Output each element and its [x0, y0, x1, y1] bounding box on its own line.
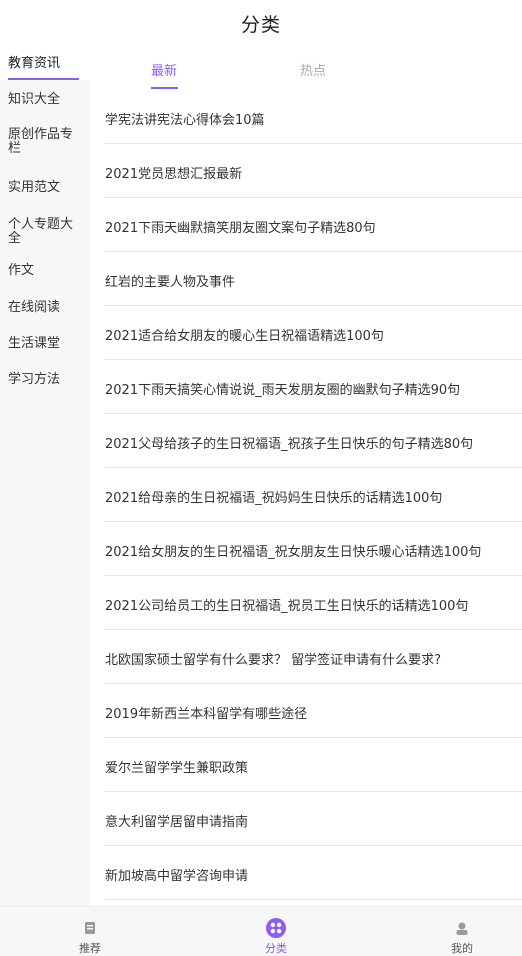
sidebar-item-personal-topics[interactable]: 个人专题大全	[0, 203, 90, 254]
article-title: 2021给母亲的生日祝福语_祝妈妈生日快乐的话精选100句	[105, 491, 443, 506]
sidebar-item-life-class[interactable]: 生活课堂	[0, 326, 90, 362]
sidebar-item-label: 作文	[8, 263, 35, 278]
article-title: 红岩的主要人物及事件	[105, 275, 236, 290]
divider	[105, 899, 522, 900]
list-item[interactable]: 2021给女朋友的生日祝福语_祝女朋友生日快乐暖心话精选100句	[90, 522, 522, 576]
list-item[interactable]: 红岩的主要人物及事件	[90, 252, 522, 306]
tabbar-label: 推荐	[79, 942, 101, 955]
profile-icon	[456, 922, 468, 935]
tab-indicator	[151, 87, 178, 89]
tabbar-item-profile[interactable]: 我的	[417, 907, 507, 956]
content-tabs: 最新 热点	[90, 44, 522, 90]
article-title: 2021下雨天幽默搞笑朋友圈文案句子精选80句	[105, 221, 376, 236]
article-title: 2021下雨天搞笑心情说说_雨天发朋友圈的幽默句子精选90句	[105, 383, 461, 398]
sidebar-item-education-news[interactable]: 教育资讯	[0, 44, 90, 80]
list-item[interactable]: 2021给母亲的生日祝福语_祝妈妈生日快乐的话精选100句	[90, 468, 522, 522]
list-item[interactable]: 2021适合给女朋友的暖心生日祝福语精选100句	[90, 306, 522, 360]
tabbar-item-category[interactable]: 分类	[231, 907, 321, 956]
article-title: 2021公司给员工的生日祝福语_祝员工生日快乐的话精选100句	[105, 599, 469, 614]
article-title: 北欧国家硕士留学有什么要求？ 留学签证申请有什么要求?	[105, 653, 442, 668]
article-title: 2021父母给孩子的生日祝福语_祝孩子生日快乐的句子精选80句	[105, 437, 474, 452]
list-item[interactable]: 2021父母给孩子的生日祝福语_祝孩子生日快乐的句子精选80句	[90, 414, 522, 468]
list-item[interactable]: 北欧国家硕士留学有什么要求？ 留学签证申请有什么要求?	[90, 630, 522, 684]
list-item[interactable]: 2021下雨天幽默搞笑朋友圈文案句子精选80句	[90, 198, 522, 252]
sidebar-item-online-reading[interactable]: 在线阅读	[0, 290, 90, 326]
list-item[interactable]: 新加坡高中留学咨询申请	[90, 846, 522, 900]
category-icon	[266, 918, 286, 938]
list-item[interactable]: 2021公司给员工的生日祝福语_祝员工生日快乐的话精选100句	[90, 576, 522, 630]
tabbar-label: 分类	[265, 942, 287, 955]
article-list: 学宪法讲宪法心得体会10篇 2021党员思想汇报最新 2021下雨天幽默搞笑朋友…	[90, 90, 522, 900]
sidebar-item-label: 教育资讯	[8, 56, 61, 71]
article-title: 2019年新西兰本科留学有哪些途径	[105, 707, 308, 722]
sidebar-item-practical-essays[interactable]: 实用范文	[0, 167, 90, 203]
page-title: 分类	[240, 14, 281, 36]
recommend-icon	[85, 922, 95, 934]
sidebar-item-label: 知识大全	[8, 92, 61, 107]
tab-hot[interactable]: 热点	[300, 60, 326, 79]
sidebar-item-original-works[interactable]: 原创作品专栏	[0, 116, 90, 167]
article-title: 新加坡高中留学咨询申请	[105, 869, 249, 884]
list-item[interactable]: 意大利留学居留申请指南	[90, 792, 522, 846]
list-item[interactable]: 学宪法讲宪法心得体会10篇	[90, 90, 522, 144]
sidebar-item-label: 学习方法	[8, 372, 61, 387]
bottom-tab-bar: 推荐 分类 我的	[0, 906, 522, 956]
sidebar-item-label: 在线阅读	[8, 300, 61, 315]
list-item[interactable]: 2021下雨天搞笑心情说说_雨天发朋友圈的幽默句子精选90句	[90, 360, 522, 414]
list-item[interactable]: 2019年新西兰本科留学有哪些途径	[90, 684, 522, 738]
tabbar-item-recommend[interactable]: 推荐	[45, 907, 135, 956]
page-header: 分类	[0, 0, 522, 44]
article-title: 学宪法讲宪法心得体会10篇	[105, 113, 265, 128]
article-title: 2021适合给女朋友的暖心生日祝福语精选100句	[105, 329, 384, 344]
article-title: 2021给女朋友的生日祝福语_祝女朋友生日快乐暖心话精选100句	[105, 545, 482, 560]
article-title: 爱尔兰留学学生兼职政策	[105, 761, 249, 776]
article-title: 2021党员思想汇报最新	[105, 167, 243, 182]
tab-latest[interactable]: 最新	[151, 60, 177, 79]
tabbar-label: 我的	[451, 942, 473, 955]
sidebar-item-label: 实用范文	[8, 180, 61, 195]
article-title: 意大利留学居留申请指南	[105, 815, 249, 830]
sidebar-item-study-methods[interactable]: 学习方法	[0, 362, 90, 398]
list-item[interactable]: 爱尔兰留学学生兼职政策	[90, 738, 522, 792]
sidebar-item-composition[interactable]: 作文	[0, 254, 90, 290]
sidebar-item-knowledge[interactable]: 知识大全	[0, 80, 90, 116]
sidebar-item-label: 生活课堂	[8, 336, 61, 351]
list-item[interactable]: 2021党员思想汇报最新	[90, 144, 522, 198]
sidebar-item-label: 原创作品专栏	[8, 127, 74, 156]
category-sidebar: 教育资讯 知识大全 原创作品专栏 实用范文 个人专题大全 作文 在线阅读 生活课…	[0, 44, 90, 906]
sidebar-item-label: 个人专题大全	[8, 217, 74, 246]
